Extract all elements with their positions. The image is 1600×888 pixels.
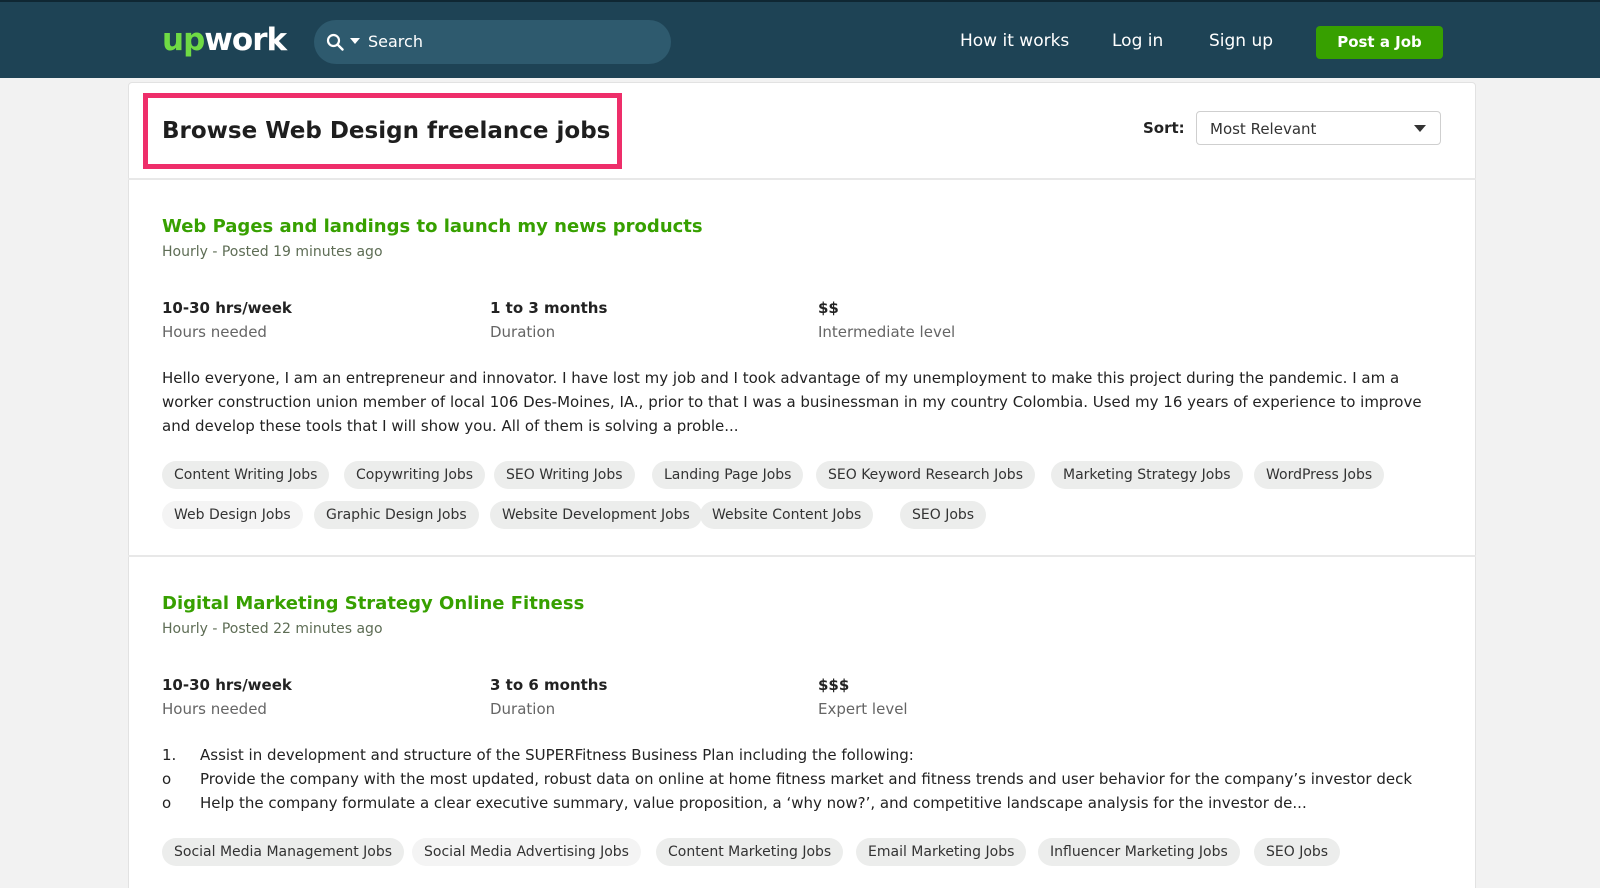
skill-tag[interactable]: Website Content Jobs	[700, 501, 874, 529]
chevron-down-icon[interactable]	[348, 34, 362, 48]
stat-duration: 3 to 6 months Duration	[490, 676, 608, 718]
job-meta: Hourly - Posted 22 minutes ago	[162, 621, 383, 637]
skill-tag[interactable]: Website Development Jobs	[490, 501, 702, 529]
skill-tag[interactable]: Influencer Marketing Jobs	[1038, 838, 1240, 866]
skill-tag[interactable]: SEO Jobs	[1254, 838, 1341, 866]
skill-tag[interactable]: Email Marketing Jobs	[856, 838, 1027, 866]
job-description: Hello everyone, I am an entrepreneur and…	[162, 369, 1422, 435]
nav-sign-up[interactable]: Sign up	[1209, 30, 1273, 52]
description-list-item: o Provide the company with the most updat…	[162, 770, 1413, 788]
skill-tag[interactable]: WordPress Jobs	[1254, 461, 1385, 489]
skill-tag[interactable]: SEO Keyword Research Jobs	[816, 461, 1035, 489]
skill-tag[interactable]: Landing Page Jobs	[652, 461, 804, 489]
dropdown-arrow-icon	[1414, 125, 1426, 132]
sort-selected-value: Most Relevant	[1210, 120, 1317, 138]
description-list-item: 1. Assist in development and structure of…	[162, 746, 914, 764]
stat-duration: 1 to 3 months Duration	[490, 299, 608, 341]
top-navigation-bar: upwork Search How it works Log in Sign u…	[0, 0, 1600, 78]
skill-tag[interactable]: Marketing Strategy Jobs	[1051, 461, 1243, 489]
stat-level: $$ Intermediate level	[818, 299, 956, 341]
job-title-link[interactable]: Digital Marketing Strategy Online Fitnes…	[162, 592, 584, 616]
skill-tag[interactable]: Graphic Design Jobs	[314, 501, 479, 529]
skill-tag[interactable]: Social Media Management Jobs	[162, 838, 405, 866]
job-meta: Hourly - Posted 19 minutes ago	[162, 244, 383, 260]
skill-tag-current[interactable]: Web Design Jobs	[162, 501, 303, 529]
job-title-link[interactable]: Web Pages and landings to launch my news…	[162, 215, 703, 239]
skill-tag[interactable]: Content Marketing Jobs	[656, 838, 844, 866]
search-input[interactable]: Search	[368, 32, 423, 52]
post-a-job-button[interactable]: Post a Job	[1316, 26, 1443, 59]
divider	[128, 178, 1476, 180]
nav-how-it-works[interactable]: How it works	[960, 30, 1069, 52]
stat-level: $$$ Expert level	[818, 676, 908, 718]
skill-tag[interactable]: Social Media Advertising Jobs	[412, 838, 641, 866]
stat-hours: 10-30 hrs/week Hours needed	[162, 299, 292, 341]
skill-tag[interactable]: SEO Jobs	[900, 501, 987, 529]
skill-tag[interactable]: Content Writing Jobs	[162, 461, 330, 489]
divider	[128, 555, 1476, 557]
search-bar[interactable]: Search	[314, 20, 671, 64]
sort-dropdown[interactable]: Most Relevant	[1196, 111, 1441, 145]
upwork-logo[interactable]: upwork	[162, 20, 287, 60]
search-icon[interactable]	[326, 33, 344, 51]
skill-tag[interactable]: Copywriting Jobs	[344, 461, 486, 489]
page-title: Browse Web Design freelance jobs	[162, 118, 611, 144]
sort-label: Sort:	[1143, 119, 1185, 137]
description-list-item: o Help the company formulate a clear exec…	[162, 794, 1307, 812]
stat-hours: 10-30 hrs/week Hours needed	[162, 676, 292, 718]
nav-log-in[interactable]: Log in	[1112, 30, 1163, 52]
skill-tag[interactable]: SEO Writing Jobs	[494, 461, 635, 489]
